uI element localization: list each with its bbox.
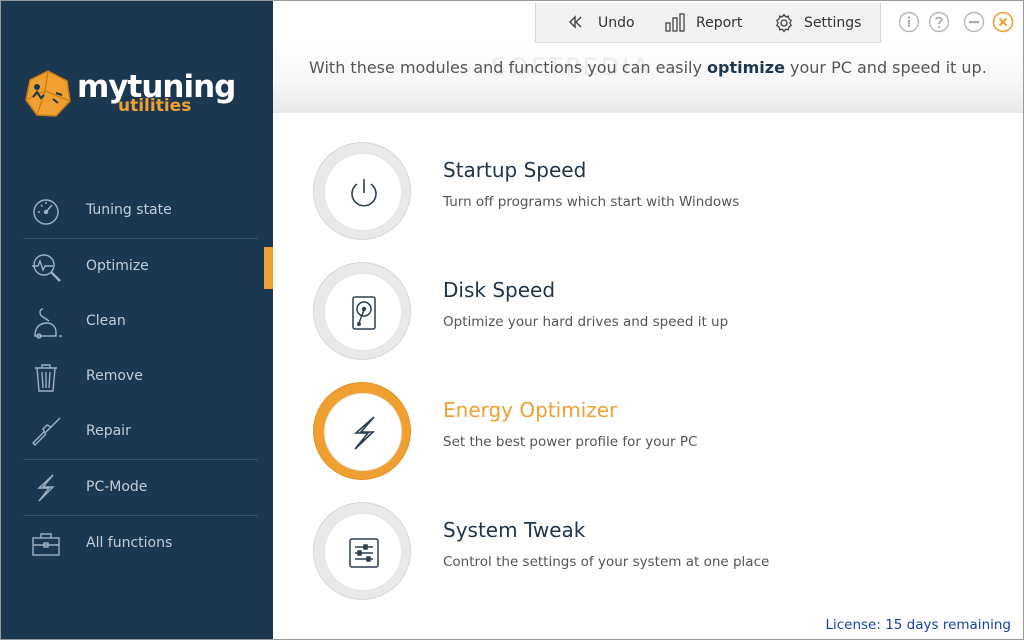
settings-label: Settings	[804, 15, 862, 31]
module-disk-speed[interactable]: Disk Speed Optimize your hard drives and…	[313, 262, 953, 360]
lightning-icon	[37, 474, 55, 502]
lightning-icon	[353, 416, 376, 450]
gear-icon	[775, 13, 793, 33]
module-description: Turn off programs which start with Windo…	[443, 194, 740, 210]
sidebar-item-optimize[interactable]: Optimize	[23, 242, 258, 292]
sidebar-divider	[23, 459, 258, 460]
report-label: Report	[696, 15, 743, 31]
sidebar: mytuning utilities Tuning state Optimize…	[1, 1, 273, 639]
sidebar-item-label: All functions	[86, 535, 173, 551]
module-energy-optimizer[interactable]: Energy Optimizer Set the best power prof…	[313, 382, 953, 480]
sidebar-item-label: Optimize	[86, 258, 149, 274]
active-nav-marker	[264, 247, 273, 289]
sidebar-item-label: Remove	[86, 368, 143, 384]
minimize-button[interactable]	[963, 11, 985, 33]
sidebar-item-pc-mode[interactable]: PC-Mode	[23, 463, 258, 513]
hard-drive-icon	[352, 296, 376, 330]
module-icon-ring	[313, 502, 411, 600]
undo-label: Undo	[598, 15, 635, 31]
module-title: Energy Optimizer	[443, 398, 618, 422]
module-title: Startup Speed	[443, 158, 587, 182]
module-startup-speed[interactable]: Startup Speed Turn off programs which st…	[313, 142, 953, 240]
sidebar-divider	[23, 238, 258, 239]
info-button[interactable]	[898, 11, 920, 33]
undo-button[interactable]: Undo	[566, 3, 642, 43]
module-icon-ring	[313, 382, 411, 480]
sidebar-item-label: Clean	[86, 313, 126, 329]
help-icon	[928, 11, 950, 33]
page-subtitle: With these modules and functions you can…	[309, 58, 987, 77]
subtitle-emphasis: optimize	[707, 58, 785, 77]
sidebar-item-repair[interactable]: Repair	[23, 407, 258, 457]
minimize-icon	[963, 11, 985, 33]
undo-icon	[569, 15, 582, 29]
sidebar-item-remove[interactable]: Remove	[23, 352, 258, 402]
sidebar-item-clean[interactable]: Clean	[23, 297, 258, 347]
module-description: Optimize your hard drives and speed it u…	[443, 314, 729, 330]
module-system-tweak[interactable]: System Tweak Control the settings of you…	[313, 502, 953, 600]
settings-button[interactable]: Settings	[772, 3, 872, 43]
module-description: Set the best power profile for your PC	[443, 434, 698, 450]
bar-chart-icon	[665, 13, 685, 32]
brand-subname: utilities	[118, 96, 192, 116]
trash-icon	[35, 364, 57, 392]
close-button[interactable]	[992, 11, 1014, 33]
module-icon-ring	[313, 142, 411, 240]
header-band: SOFTPEDIA With these modules and functio…	[273, 43, 1023, 113]
info-icon	[898, 11, 920, 33]
sidebar-item-all-functions[interactable]: All functions	[23, 519, 258, 569]
module-icon-ring	[313, 262, 411, 360]
power-icon	[351, 179, 377, 207]
report-button[interactable]: Report	[662, 3, 742, 43]
sidebar-item-label: Tuning state	[86, 202, 172, 218]
magnifier-pulse-icon	[32, 254, 61, 282]
sliders-icon	[349, 538, 379, 568]
sidebar-item-label: PC-Mode	[86, 479, 148, 495]
vacuum-icon	[34, 308, 62, 339]
close-icon	[992, 11, 1014, 33]
logo-mark-icon	[25, 70, 71, 117]
module-title: System Tweak	[443, 518, 586, 542]
app-window: mytuning utilities Tuning state Optimize…	[0, 0, 1024, 640]
app-logo: mytuning utilities	[23, 67, 243, 123]
sidebar-divider	[23, 515, 258, 516]
sidebar-item-tuning-state[interactable]: Tuning state	[23, 186, 258, 236]
module-description: Control the settings of your system at o…	[443, 554, 770, 570]
gauge-icon	[33, 199, 59, 225]
screwdriver-icon	[32, 417, 61, 446]
toolbar: Undo Report Settings	[535, 3, 881, 43]
help-button[interactable]	[928, 11, 950, 33]
module-title: Disk Speed	[443, 278, 556, 302]
sidebar-item-label: Repair	[86, 423, 131, 439]
toolbox-icon	[32, 533, 60, 556]
license-link[interactable]: License: 15 days remaining	[825, 617, 1011, 633]
